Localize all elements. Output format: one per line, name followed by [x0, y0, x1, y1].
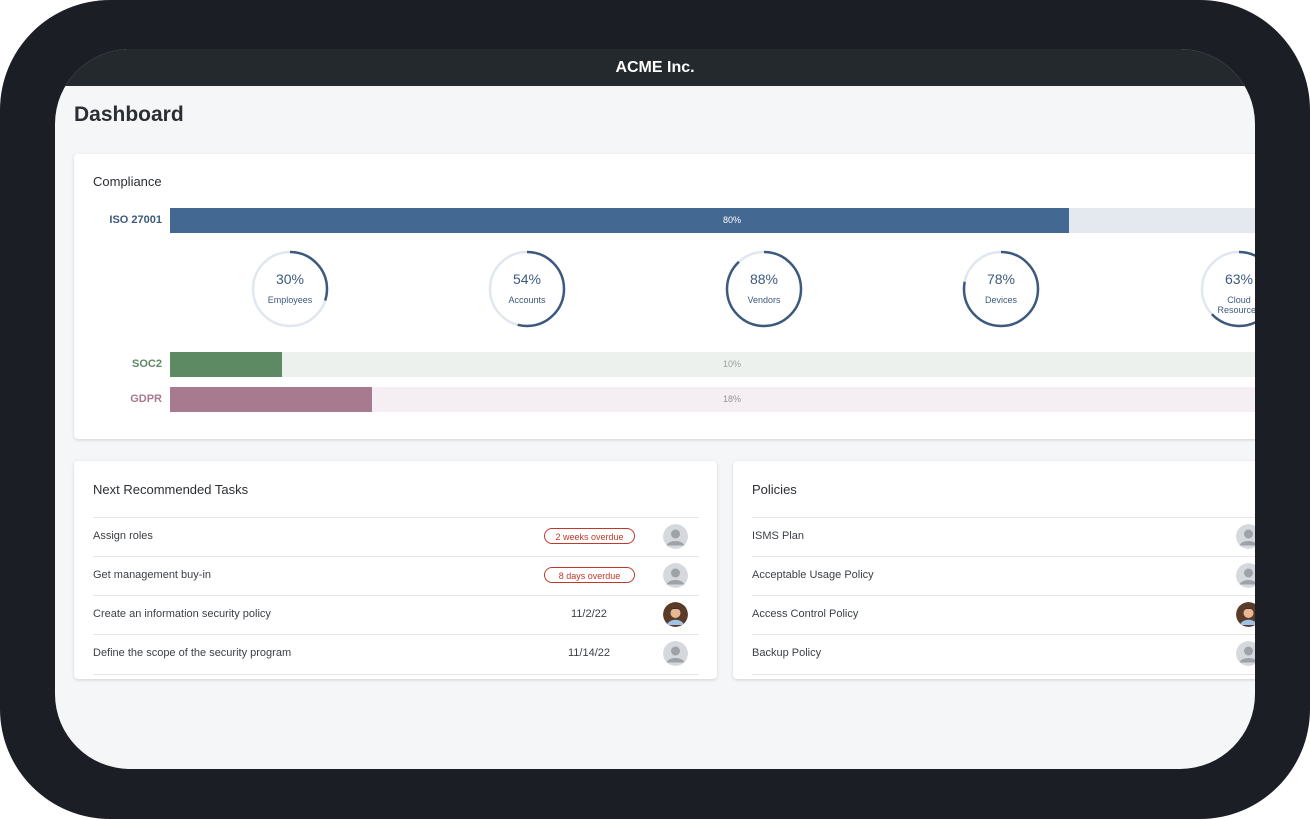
task-row[interactable]: Create an information security policy 11… — [93, 595, 699, 635]
policy-row[interactable]: Access Control Policy — [752, 595, 1255, 635]
ring-label: Devices — [984, 295, 1017, 305]
framework-label-iso27001: ISO 27001 — [109, 214, 162, 226]
task-due-date: 11/2/22 — [571, 608, 607, 620]
policy-name: Backup Policy — [752, 647, 822, 659]
ring-label: Vendors — [747, 295, 781, 305]
ring-chart — [251, 250, 329, 328]
avatar-placeholder-icon[interactable] — [1236, 563, 1255, 588]
policy-name: Acceptable Usage Policy — [752, 569, 874, 581]
task-due-date: 11/14/22 — [568, 647, 611, 659]
avatar-photo-icon[interactable] — [663, 602, 688, 627]
avatar-placeholder-icon[interactable] — [663, 641, 688, 666]
ring-vendors[interactable]: 88% Vendors — [724, 249, 804, 329]
ring-percent: 78% — [986, 271, 1016, 287]
policies-card: Policies ISMS Plan Acceptable Usage Poli… — [733, 461, 1255, 679]
framework-bar-gdpr[interactable]: 18% — [170, 387, 1255, 412]
ring-chart — [962, 250, 1040, 328]
overdue-badge: 2 weeks overdue — [544, 528, 635, 544]
ring-chart — [488, 250, 566, 328]
avatar-placeholder-icon[interactable] — [1236, 641, 1255, 666]
ring-chart — [725, 250, 803, 328]
policy-row[interactable]: Acceptable Usage Policy — [752, 556, 1255, 596]
ring-percent: 30% — [275, 271, 305, 287]
ring-label: Employees — [267, 295, 313, 305]
policy-name: ISMS Plan — [752, 530, 804, 542]
framework-bar-soc2[interactable]: 10% — [170, 352, 1255, 377]
device-frame: ACME Inc. Dashboard Compliance ISO 27001… — [0, 0, 1310, 819]
task-name: Assign roles — [93, 530, 153, 542]
framework-bar-percent: 18% — [722, 394, 741, 404]
ring-percent: 63% — [1224, 271, 1254, 287]
task-name: Create an information security policy — [93, 608, 271, 620]
framework-label-gdpr: GDPR — [130, 393, 162, 405]
ring-employees[interactable]: 30% Employees — [250, 249, 330, 329]
ring-percent: 88% — [749, 271, 779, 287]
policy-row[interactable]: Backup Policy — [752, 634, 1255, 675]
task-row[interactable]: Define the scope of the security program… — [93, 634, 699, 675]
ring-devices[interactable]: 78% Devices — [961, 249, 1041, 329]
ring-accounts[interactable]: 54% Accounts — [487, 249, 567, 329]
framework-bar-iso27001[interactable]: 80% — [170, 208, 1255, 233]
ring-percent: 54% — [512, 271, 542, 287]
ring-label: Accounts — [508, 295, 546, 305]
policies-title: Policies — [752, 482, 797, 497]
task-row[interactable]: Get management buy-in 8 days overdue — [93, 556, 699, 596]
app-screen: ACME Inc. Dashboard Compliance ISO 27001… — [55, 49, 1255, 769]
policy-row[interactable]: ISMS Plan — [752, 517, 1255, 557]
task-name: Define the scope of the security program — [93, 647, 292, 659]
framework-bar-percent: 10% — [722, 359, 741, 369]
ring-chart — [1200, 250, 1255, 328]
tasks-title: Next Recommended Tasks — [93, 482, 249, 497]
framework-bar-percent: 80% — [722, 215, 741, 225]
policy-name: Access Control Policy — [752, 608, 859, 620]
ring-cloud-resources[interactable]: 63% Cloud Resources — [1199, 249, 1255, 329]
tasks-card: Next Recommended Tasks Assign roles 2 we… — [74, 461, 717, 679]
page-title: Dashboard — [74, 103, 184, 126]
task-row[interactable]: Assign roles 2 weeks overdue — [93, 517, 699, 557]
framework-label-soc2: SOC2 — [132, 358, 162, 370]
ring-label: Cloud Resources — [1217, 295, 1255, 315]
compliance-card: Compliance ISO 27001 80% 30% Employees 5… — [74, 154, 1255, 439]
avatar-placeholder-icon[interactable] — [663, 524, 688, 549]
avatar-placeholder-icon[interactable] — [663, 563, 688, 588]
task-name: Get management buy-in — [93, 569, 212, 581]
avatar-placeholder-icon[interactable] — [1236, 524, 1255, 549]
compliance-title: Compliance — [93, 174, 162, 189]
ring-progress-arc — [725, 250, 803, 328]
avatar-photo-icon[interactable] — [1236, 602, 1255, 627]
overdue-badge: 8 days overdue — [544, 567, 635, 583]
window-titlebar: ACME Inc. — [55, 49, 1255, 86]
